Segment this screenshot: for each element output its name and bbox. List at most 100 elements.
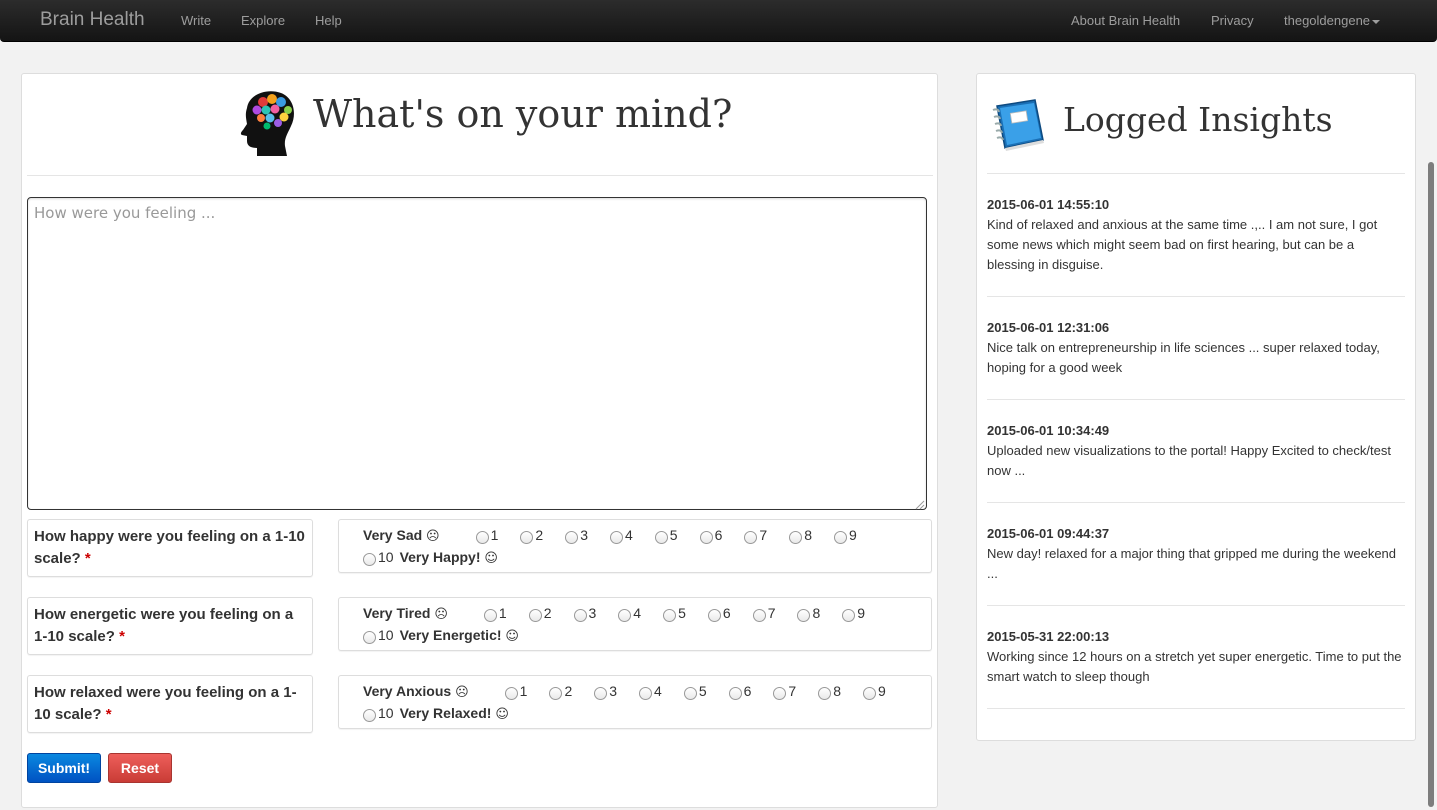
rating-option[interactable]: 9 <box>833 525 857 545</box>
rating-value: 8 <box>812 605 821 621</box>
nav-write[interactable]: Write <box>181 13 211 28</box>
rating-option[interactable]: 1 <box>475 525 498 545</box>
radio-button[interactable] <box>594 687 608 700</box>
rating-option[interactable]: 8 <box>797 603 820 623</box>
radio-button[interactable] <box>773 687 787 700</box>
write-panel: What's on your mind? How happy were you … <box>21 73 938 808</box>
list-item: 2015-06-01 09:44:37 New day! relaxed for… <box>987 524 1405 584</box>
radio-button[interactable] <box>833 531 847 544</box>
reset-button[interactable]: Reset <box>108 753 172 783</box>
divider <box>987 605 1405 606</box>
nav-privacy[interactable]: Privacy <box>1211 13 1254 28</box>
radio-button[interactable] <box>707 609 721 622</box>
rating-option[interactable]: 3 <box>594 681 617 701</box>
rating-option[interactable]: 1 <box>504 681 527 701</box>
rating-option[interactable]: 2 <box>528 603 552 623</box>
radio-button[interactable] <box>549 687 563 700</box>
radio-button[interactable] <box>528 609 542 622</box>
rating-option[interactable]: 2 <box>520 525 543 545</box>
radio-button[interactable] <box>728 687 742 700</box>
rating-option[interactable]: 4 <box>610 525 633 545</box>
rating-option[interactable]: 7 <box>752 603 775 623</box>
rating-option[interactable]: 3 <box>565 525 588 545</box>
radio-button[interactable] <box>797 609 811 622</box>
rating-option[interactable]: 7 <box>744 525 767 545</box>
sad-face-icon: ☹ <box>426 529 440 544</box>
rating-option[interactable]: 10 <box>363 703 394 723</box>
divider <box>987 296 1405 297</box>
page-scrollbar-thumb[interactable] <box>1428 162 1434 807</box>
radio-button[interactable] <box>483 609 497 622</box>
rating-value: 5 <box>678 605 686 621</box>
radio-button[interactable] <box>573 609 587 622</box>
radio-button[interactable] <box>683 687 697 700</box>
rating-option[interactable]: 8 <box>818 681 841 701</box>
insights-title: Logged Insights <box>1063 100 1333 139</box>
rating-option[interactable]: 5 <box>683 681 707 701</box>
insight-text: Kind of relaxed and anxious at the same … <box>987 217 1378 272</box>
insight-text: Uploaded new visualizations to the porta… <box>987 443 1391 478</box>
radio-button[interactable] <box>699 531 713 544</box>
submit-button[interactable]: Submit! <box>27 753 101 783</box>
divider <box>27 175 933 176</box>
rating-option[interactable]: 3 <box>573 603 596 623</box>
radio-button[interactable] <box>818 687 832 700</box>
radio-button[interactable] <box>363 631 376 644</box>
required-mark: * <box>105 706 112 723</box>
rating-value: 2 <box>543 605 552 621</box>
radio-button[interactable] <box>504 687 518 700</box>
radio-button[interactable] <box>363 553 376 566</box>
rating-option[interactable]: 7 <box>773 681 796 701</box>
nav-about[interactable]: About Brain Health <box>1071 13 1180 28</box>
scale-low-label: Very Sad ☹ <box>363 527 440 544</box>
rating-option[interactable]: 4 <box>639 681 662 701</box>
radio-button[interactable] <box>565 531 579 544</box>
rating-option[interactable]: 9 <box>842 603 865 623</box>
relaxed-question: How relaxed were you feeling on a 1-10 s… <box>27 675 313 733</box>
required-mark: * <box>119 628 125 645</box>
rating-option[interactable]: 8 <box>789 525 812 545</box>
nav-explore[interactable]: Explore <box>241 13 285 28</box>
rating-option[interactable]: 4 <box>618 603 641 623</box>
nav-help[interactable]: Help <box>315 13 342 28</box>
divider <box>987 399 1405 400</box>
rating-option[interactable]: 5 <box>654 525 678 545</box>
user-menu[interactable]: thegoldengene <box>1284 13 1381 28</box>
radio-button[interactable] <box>752 609 766 622</box>
rating-option[interactable]: 10 <box>363 625 394 645</box>
radio-button[interactable] <box>863 687 877 700</box>
scale-high-label: Very Energetic! ☺ <box>399 627 519 644</box>
radio-button[interactable] <box>789 531 803 544</box>
radio-button[interactable] <box>363 709 376 722</box>
rating-value: 10 <box>378 705 394 721</box>
rating-option[interactable]: 1 <box>483 603 507 623</box>
rating-option[interactable]: 5 <box>663 603 686 623</box>
rating-option[interactable]: 6 <box>707 603 731 623</box>
radio-button[interactable] <box>520 531 534 544</box>
rating-value: 9 <box>878 683 886 699</box>
radio-button[interactable] <box>654 531 668 544</box>
rating-option[interactable]: 10 <box>363 547 394 567</box>
feeling-textarea[interactable] <box>27 197 927 510</box>
brand-logo[interactable]: Brain Health <box>40 9 145 31</box>
radio-button[interactable] <box>475 531 489 544</box>
radio-button[interactable] <box>744 531 758 544</box>
radio-button[interactable] <box>610 531 623 544</box>
resize-grip-icon[interactable] <box>915 498 925 510</box>
radio-button[interactable] <box>618 609 632 622</box>
energetic-question: How energetic were you feeling on a 1-10… <box>27 597 313 655</box>
radio-button[interactable] <box>842 609 856 622</box>
scale-low-label: Very Tired ☹ <box>363 605 448 622</box>
rating-value: 5 <box>698 683 707 699</box>
rating-value: 9 <box>857 605 866 621</box>
rating-value: 6 <box>743 683 752 699</box>
radio-button[interactable] <box>639 687 653 700</box>
rating-option[interactable]: 2 <box>549 681 572 701</box>
rating-option[interactable]: 9 <box>863 681 886 701</box>
rating-option[interactable]: 6 <box>699 525 722 545</box>
rating-value: 1 <box>498 605 507 621</box>
insight-text: Nice talk on entrepreneurship in life sc… <box>987 340 1380 375</box>
rating-value: 10 <box>378 549 394 565</box>
rating-option[interactable]: 6 <box>728 681 752 701</box>
radio-button[interactable] <box>663 609 677 622</box>
